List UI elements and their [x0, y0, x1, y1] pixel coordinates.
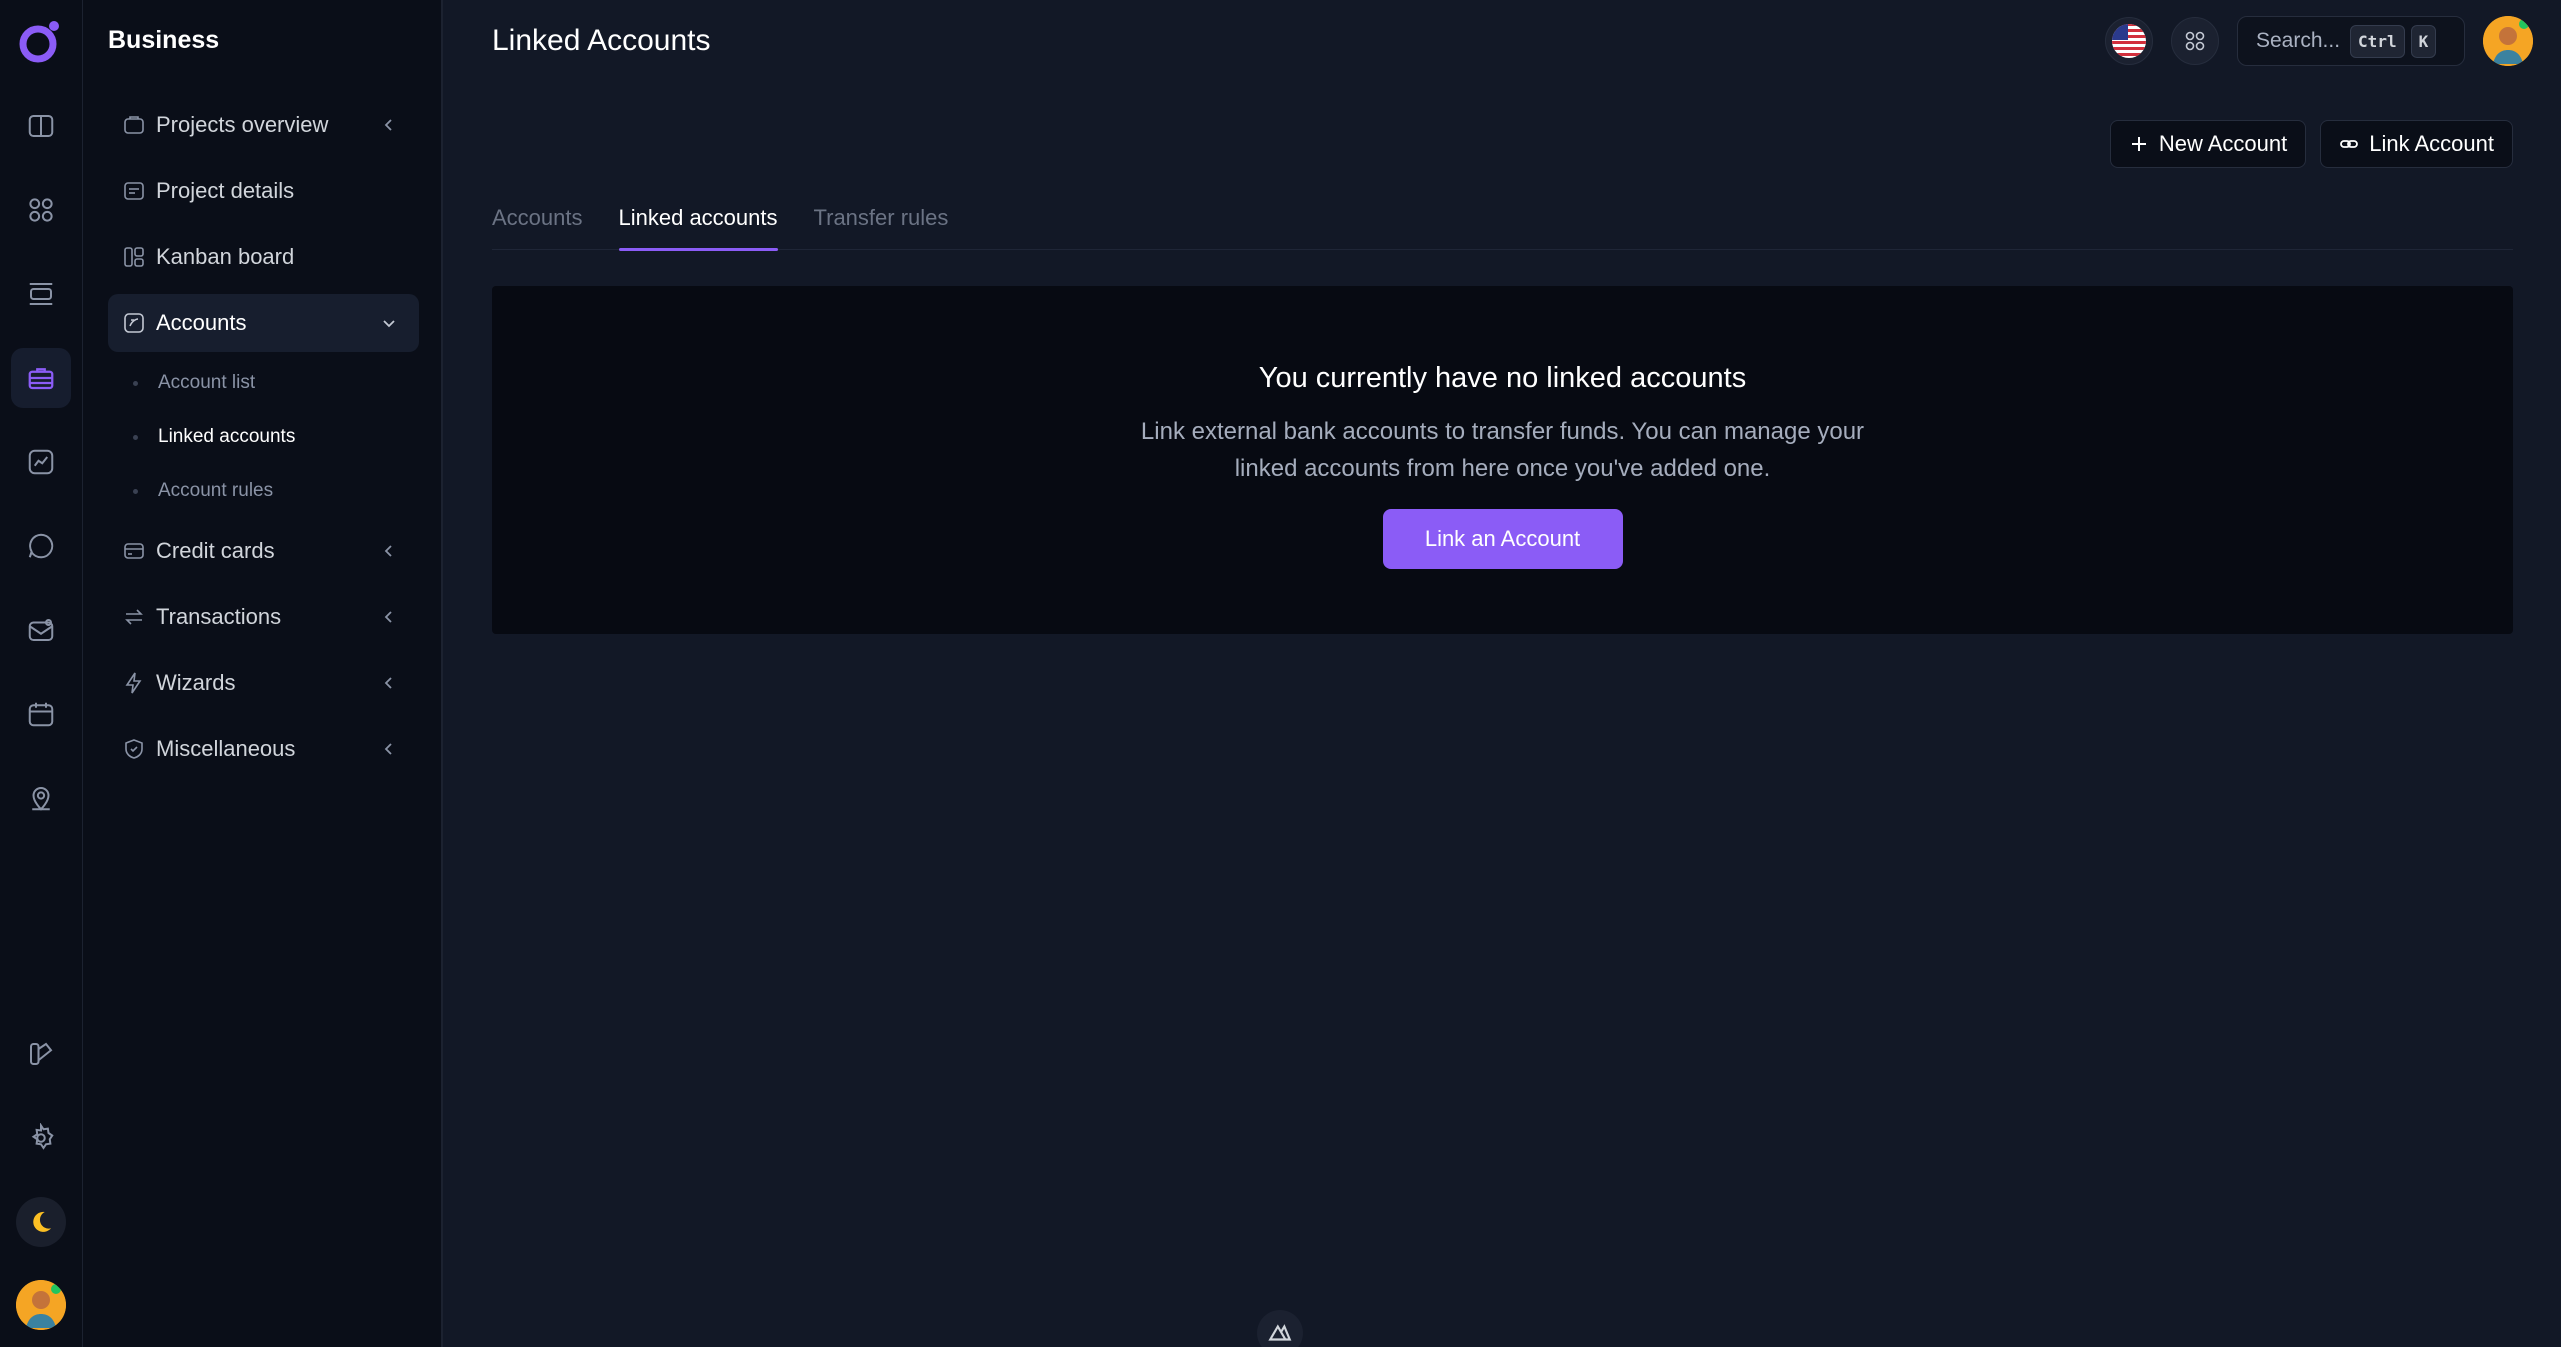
calendar-icon[interactable]	[11, 684, 71, 744]
chevron-left-icon	[384, 611, 392, 623]
nuxt-logo-icon	[1268, 1324, 1292, 1341]
chevron-left-icon	[384, 119, 392, 131]
new-account-button[interactable]: New Account	[2109, 120, 2307, 168]
sidebar-item-label: Miscellaneous	[156, 736, 296, 761]
user-avatar[interactable]	[16, 1280, 66, 1330]
us-flag-icon	[2112, 24, 2146, 58]
link-icon	[2340, 140, 2359, 148]
sidebar-subitem-account-rules[interactable]: Account rules	[133, 480, 273, 502]
apps-grid-button[interactable]	[2171, 17, 2219, 65]
chevron-down-icon	[383, 320, 395, 328]
chart-icon[interactable]	[11, 432, 71, 492]
empty-state-description: Link external bank accounts to transfer …	[1140, 418, 1865, 482]
link-an-account-button[interactable]: Link an Account	[1382, 509, 1623, 569]
link-account-label: Link Account	[2369, 131, 2494, 156]
arrows-exchange-icon	[122, 605, 146, 629]
empty-state-title: You currently have no linked accounts	[1258, 362, 1747, 394]
map-pin-icon[interactable]	[11, 768, 71, 828]
sidebar-subitem-linked-accounts[interactable]: Linked accounts	[133, 426, 295, 448]
sidebar-title: Business	[108, 26, 220, 54]
layout-icon[interactable]	[11, 264, 71, 324]
page-title: Linked Accounts	[492, 24, 711, 57]
settings-icon[interactable]	[11, 1108, 71, 1168]
sidebar-item-miscellaneous[interactable]: Miscellaneous	[108, 720, 419, 778]
bullet-dot	[133, 434, 138, 440]
sidebar-toggle-icon[interactable]	[11, 96, 71, 156]
tab-accounts[interactable]: Accounts	[492, 200, 583, 250]
sidebar-item-label: Project details	[156, 178, 295, 203]
user-avatar-top[interactable]	[2483, 16, 2533, 66]
new-account-label: New Account	[2158, 131, 2288, 156]
language-selector[interactable]	[2105, 17, 2153, 65]
sidebar-subitem-label: Account rules	[158, 480, 274, 501]
sidebar-item-label: Kanban board	[156, 244, 295, 269]
devtools-badge[interactable]	[1257, 1310, 1303, 1347]
sidebar: Business Projects overview Project detai…	[83, 0, 443, 1347]
dashboard-icon[interactable]	[11, 180, 71, 240]
chat-icon[interactable]	[11, 516, 71, 576]
lightning-icon	[122, 671, 146, 695]
app-logo-icon[interactable]	[16, 16, 66, 66]
sidebar-item-project-details[interactable]: Project details	[108, 162, 419, 220]
plus-icon	[2131, 137, 2146, 151]
sidebar-item-kanban-board[interactable]: Kanban board	[108, 228, 419, 286]
sidebar-item-accounts[interactable]: Accounts	[108, 294, 419, 352]
sidebar-item-label: Transactions	[156, 604, 282, 629]
grid-icon	[2185, 31, 2205, 51]
brush-icon[interactable]	[11, 1024, 71, 1084]
sidebar-item-label: Projects overview	[156, 112, 329, 137]
folder-icon	[122, 113, 146, 137]
tab-linked-accounts[interactable]: Linked accounts	[618, 200, 778, 251]
briefcase-icon[interactable]	[11, 348, 71, 408]
sidebar-item-transactions[interactable]: Transactions	[108, 588, 419, 646]
bullet-dot	[133, 488, 138, 494]
icon-rail	[0, 0, 83, 1347]
bullet-dot	[133, 380, 138, 386]
tab-bar: Accounts Linked accounts Transfer rules	[492, 200, 2513, 251]
document-icon	[122, 179, 146, 203]
sidebar-item-projects-overview[interactable]: Projects overview	[108, 96, 419, 154]
kanban-icon	[122, 245, 146, 269]
page-actions: New Account Link Account	[2109, 120, 2513, 168]
chevron-left-icon	[384, 545, 392, 557]
search-input[interactable]: Search... Ctrl K	[2237, 16, 2465, 66]
sidebar-item-label: Credit cards	[156, 538, 275, 563]
tab-transfer-rules[interactable]: Transfer rules	[814, 200, 949, 250]
top-toolbar: Search... Ctrl K	[2105, 16, 2533, 66]
sidebar-subitem-account-list[interactable]: Account list	[133, 372, 255, 394]
mail-icon[interactable]	[11, 600, 71, 660]
empty-state-card: You currently have no linked accounts Li…	[492, 286, 2513, 634]
kbd-ctrl: Ctrl	[2350, 24, 2405, 58]
search-placeholder: Search...	[2256, 29, 2341, 52]
link-account-button[interactable]: Link Account	[2320, 120, 2513, 168]
kbd-k: K	[2410, 24, 2437, 58]
chevron-left-icon	[384, 743, 392, 755]
sidebar-item-label: Accounts	[156, 310, 247, 335]
credit-card-icon	[122, 539, 146, 563]
sidebar-item-wizards[interactable]: Wizards	[108, 654, 419, 712]
theme-toggle-moon-icon[interactable]	[16, 1197, 66, 1247]
sidebar-subitem-label: Account list	[158, 372, 256, 393]
sidebar-subitem-label: Linked accounts	[158, 426, 296, 447]
chevron-left-icon	[384, 677, 392, 689]
sidebar-item-credit-cards[interactable]: Credit cards	[108, 522, 419, 580]
shield-icon	[122, 737, 146, 761]
wallet-icon	[122, 311, 146, 335]
sidebar-item-label: Wizards	[156, 670, 236, 695]
